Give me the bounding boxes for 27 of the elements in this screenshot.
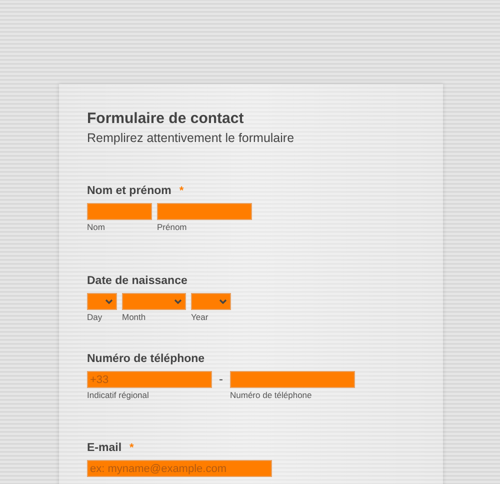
- field-label: Nom et prénom: [87, 184, 172, 198]
- separator: -: [218, 371, 224, 388]
- field-label: Numéro de téléphone: [87, 352, 205, 366]
- field-sublabel: Nom: [87, 222, 106, 232]
- form-title: Formulaire de contact: [87, 110, 245, 128]
- field-label: E-mail: [87, 441, 122, 455]
- field-sublabel: Day: [87, 312, 104, 322]
- field-sublabel: Numéro de téléphone: [230, 390, 313, 400]
- chevron-down-icon: [105, 299, 113, 304]
- input-field[interactable]: [87, 203, 152, 220]
- dropdown-field[interactable]: [87, 293, 117, 310]
- input-field[interactable]: ex: myname@example.com: [87, 460, 272, 477]
- field-sublabel: Prénom: [157, 222, 188, 232]
- input-field[interactable]: [157, 203, 252, 220]
- dropdown-field[interactable]: [191, 293, 231, 310]
- field-sublabel: Indicatif régional: [87, 390, 150, 400]
- dropdown-field[interactable]: [122, 293, 186, 310]
- field-label: Date de naissance: [87, 274, 188, 288]
- required-mark: *: [179, 184, 184, 198]
- input-field[interactable]: [230, 371, 355, 388]
- form-subtitle: Remplirez attentivement le formulaire: [87, 130, 296, 146]
- chevron-down-icon: [219, 299, 227, 304]
- required-mark: *: [130, 441, 134, 455]
- field-sublabel: Year: [191, 312, 210, 322]
- field-sublabel: Month: [122, 312, 147, 322]
- input-field[interactable]: +33: [87, 371, 212, 388]
- chevron-down-icon: [174, 299, 182, 304]
